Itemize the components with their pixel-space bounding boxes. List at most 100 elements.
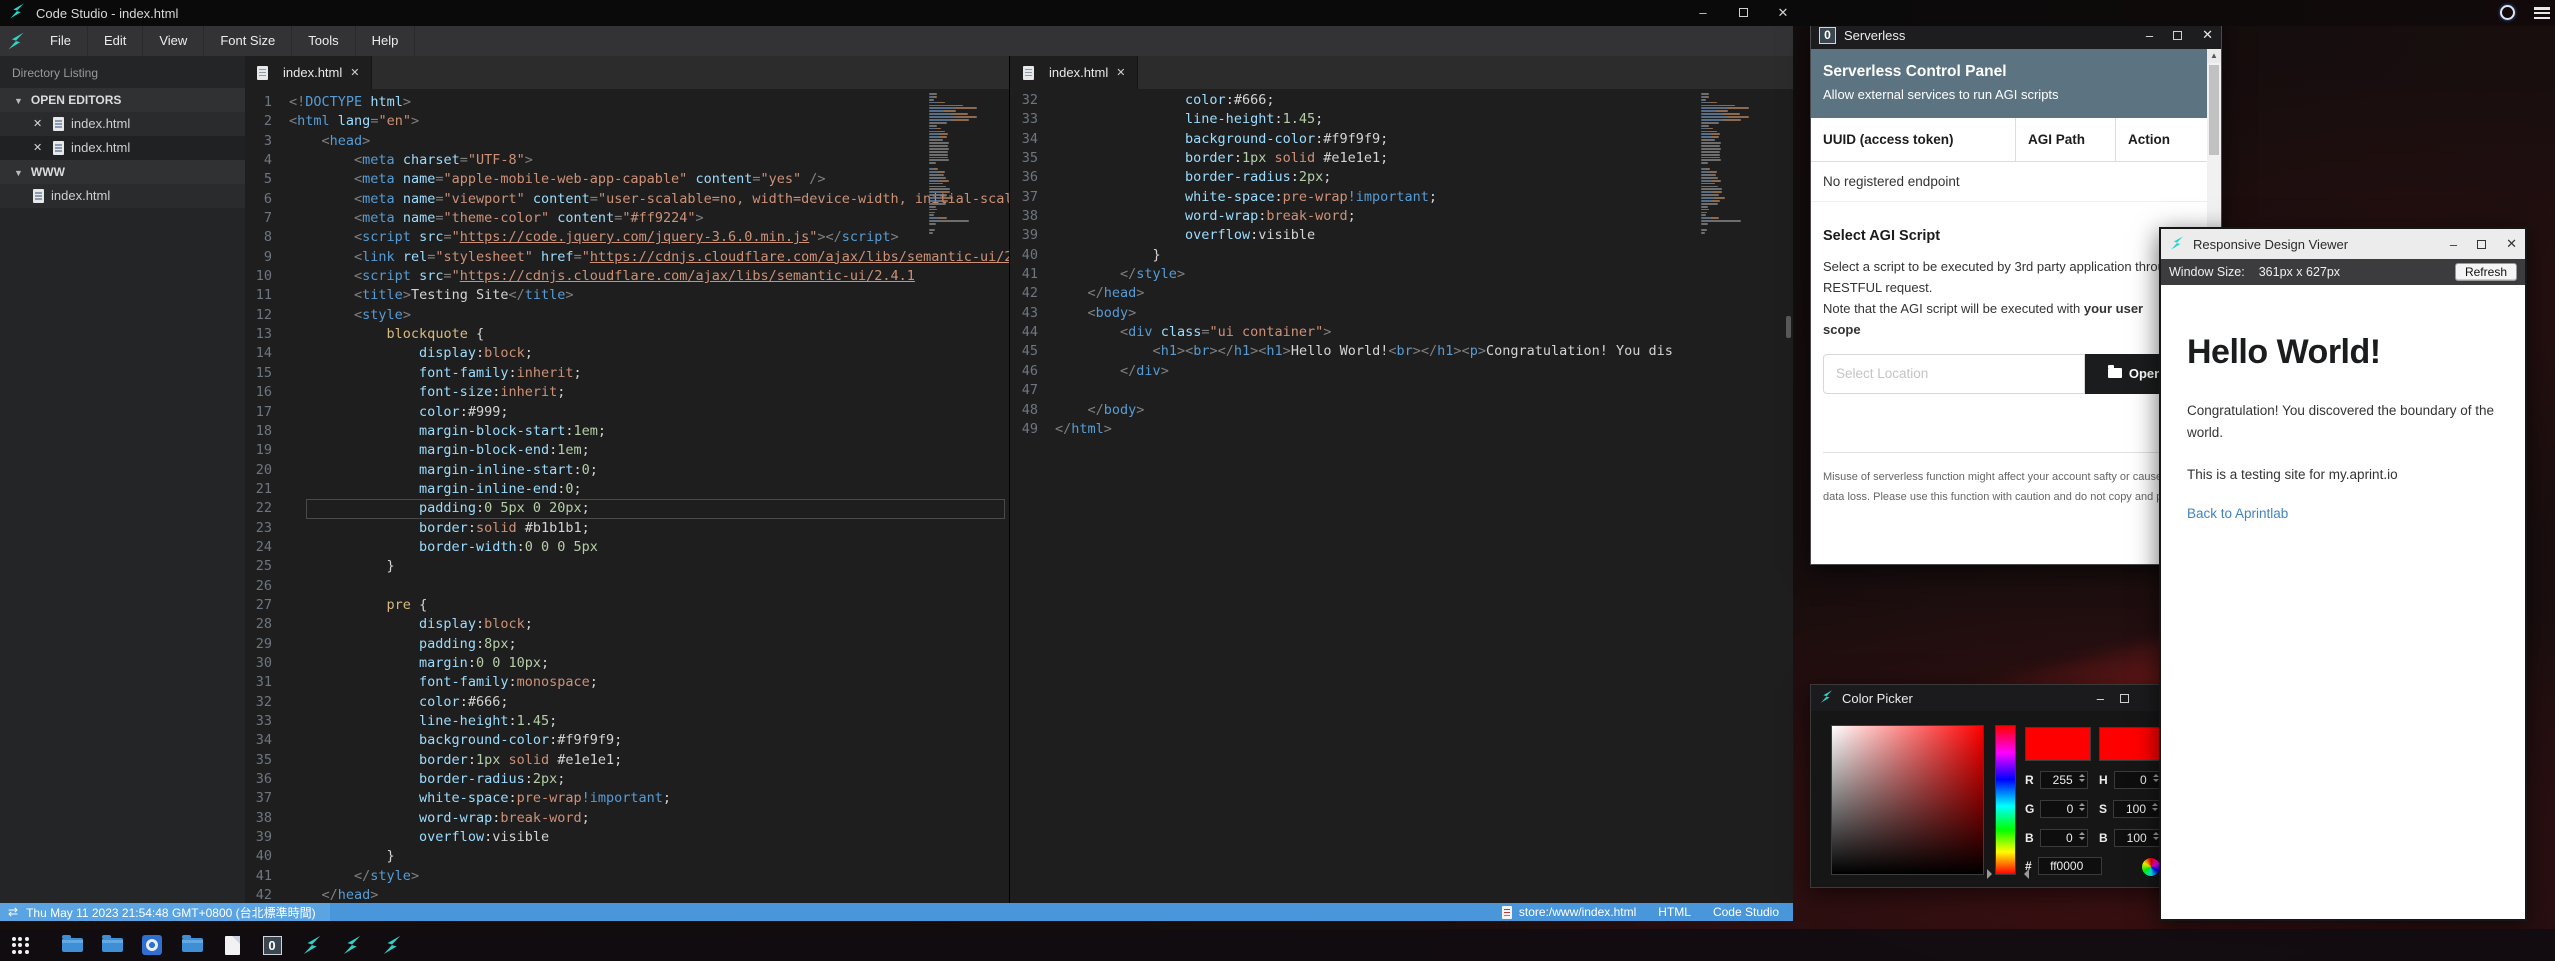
code-line-26[interactable]: 26 — [245, 577, 1009, 596]
code-line-32[interactable]: 32 color:#666; — [245, 693, 1009, 712]
menu-file[interactable]: File — [34, 26, 88, 56]
refresh-button[interactable]: Refresh — [2455, 263, 2517, 281]
sidebar-item-index.html[interactable]: index.html — [0, 184, 245, 208]
code-line-49[interactable]: 49</html> — [1011, 420, 1793, 439]
tab-index-html-2[interactable]: index.html ✕ — [1011, 56, 1138, 89]
code-line-38[interactable]: 38 word-wrap:break-word; — [1011, 207, 1793, 226]
taskbar-code-studio-icon[interactable] — [332, 929, 372, 961]
code-line-39[interactable]: 39 overflow:visible — [1011, 226, 1793, 245]
code-line-34[interactable]: 34 background-color:#f9f9f9; — [245, 731, 1009, 750]
color-picker-title-bar[interactable]: Color Picker – — [1811, 685, 2195, 711]
system-loading-icon[interactable] — [2500, 5, 2515, 20]
code-editor-2[interactable]: 32 color:#666;33 line-height:1.45;34 bac… — [1011, 89, 1793, 903]
hue-slider-handle-left[interactable] — [1987, 869, 1997, 879]
taskbar-code-studio-icon[interactable] — [292, 929, 332, 961]
close-button[interactable]: ✕ — [1766, 0, 1800, 26]
code-line-44[interactable]: 44 <div class="ui container"> — [1011, 323, 1793, 342]
code-line-10[interactable]: 10 <script src="https://cdnjs.cloudflare… — [245, 267, 1009, 286]
code-line-33[interactable]: 33 line-height:1.45; — [245, 712, 1009, 731]
code-line-15[interactable]: 15 font-family:inherit; — [245, 364, 1009, 383]
sidebar-item-index.html[interactable]: ✕index.html — [0, 112, 245, 136]
close-button[interactable]: ✕ — [2506, 236, 2517, 252]
code-line-35[interactable]: 35 border:1px solid #e1e1e1; — [245, 751, 1009, 770]
code-line-43[interactable]: 43 <body> — [1011, 304, 1793, 323]
minimap-2[interactable] — [1701, 93, 1777, 235]
code-line-13[interactable]: 13 blockquote { — [245, 325, 1009, 344]
hex-input[interactable]: ff0000 — [2038, 857, 2102, 875]
menu-font-size[interactable]: Font Size — [204, 26, 292, 56]
code-line-40[interactable]: 40 } — [1011, 246, 1793, 265]
close-icon[interactable]: ✕ — [33, 136, 47, 160]
code-editor-1[interactable]: 1<!DOCTYPE html>2<html lang="en">3 <head… — [245, 89, 1009, 903]
code-line-40[interactable]: 40 } — [245, 847, 1009, 866]
code-line-35[interactable]: 35 border:1px solid #e1e1e1; — [1011, 149, 1793, 168]
code-line-29[interactable]: 29 padding:8px; — [245, 635, 1009, 654]
stepper-icon[interactable] — [2079, 803, 2085, 811]
code-line-2[interactable]: 2<html lang="en"> — [245, 112, 1009, 131]
menu-view[interactable]: View — [143, 26, 204, 56]
code-line-8[interactable]: 8 <script src="https://code.jquery.com/j… — [245, 228, 1009, 247]
b-value-input[interactable]: 100 — [2114, 829, 2162, 847]
code-line-6[interactable]: 6 <meta name="viewport" content="user-sc… — [245, 190, 1009, 209]
taskbar-code-studio-icon[interactable] — [372, 929, 412, 961]
code-line-45[interactable]: 45 <h1><br></h1><h1>Hello World!<br></h1… — [1011, 342, 1793, 361]
code-line-41[interactable]: 41 </style> — [245, 867, 1009, 886]
code-line-3[interactable]: 3 <head> — [245, 132, 1009, 151]
code-line-5[interactable]: 5 <meta name="apple-mobile-web-app-capab… — [245, 170, 1009, 189]
menu-tools[interactable]: Tools — [292, 26, 355, 56]
code-line-21[interactable]: 21 margin-inline-end:0; — [245, 480, 1009, 499]
code-line-18[interactable]: 18 margin-block-start:1em; — [245, 422, 1009, 441]
minimize-button[interactable]: – — [2146, 28, 2153, 43]
taskbar-serverless-null-icon[interactable]: 0 — [252, 929, 292, 961]
code-line-48[interactable]: 48 </body> — [1011, 401, 1793, 420]
code-line-11[interactable]: 11 <title>Testing Site</title> — [245, 286, 1009, 305]
close-icon[interactable]: ✕ — [33, 112, 47, 136]
stepper-icon[interactable] — [2153, 774, 2159, 782]
code-line-9[interactable]: 9 <link rel="stylesheet" href="https://c… — [245, 248, 1009, 267]
code-line-23[interactable]: 23 border:solid #b1b1b1; — [245, 519, 1009, 538]
hue-slider[interactable] — [1995, 725, 2016, 875]
code-line-1[interactable]: 1<!DOCTYPE html> — [245, 93, 1009, 112]
tab-index-html-1[interactable]: index.html ✕ — [245, 56, 372, 89]
code-line-47[interactable]: 47 — [1011, 381, 1793, 400]
back-to-aprintlab-link[interactable]: Back to Aprintlab — [2187, 506, 2499, 521]
status-file[interactable]: store:/www/index.html — [1502, 905, 1636, 919]
code-line-25[interactable]: 25 } — [245, 557, 1009, 576]
close-button[interactable]: ✕ — [2202, 27, 2213, 43]
code-line-42[interactable]: 42 </head> — [245, 886, 1009, 903]
code-line-42[interactable]: 42 </head> — [1011, 284, 1793, 303]
code-line-33[interactable]: 33 line-height:1.45; — [1011, 110, 1793, 129]
menu-edit[interactable]: Edit — [88, 26, 143, 56]
stepper-icon[interactable] — [2152, 803, 2158, 811]
code-line-32[interactable]: 32 color:#666; — [1011, 91, 1793, 110]
minimap-1[interactable] — [929, 93, 1005, 235]
code-line-36[interactable]: 36 border-radius:2px; — [1011, 168, 1793, 187]
taskbar-folder-icon[interactable] — [52, 929, 92, 961]
minimize-button[interactable]: – — [1686, 0, 1720, 26]
sidebar-section-www[interactable]: ▼WWW — [0, 160, 245, 184]
taskbar-folder-icon[interactable] — [92, 929, 132, 961]
tab-close-icon[interactable]: ✕ — [350, 66, 359, 79]
maximize-button[interactable] — [2120, 694, 2129, 703]
minimize-button[interactable]: – — [2450, 237, 2457, 252]
code-line-28[interactable]: 28 display:block; — [245, 615, 1009, 634]
scrollbar-up-icon[interactable]: ▲ — [2207, 49, 2221, 63]
code-line-14[interactable]: 14 display:block; — [245, 344, 1009, 363]
code-line-12[interactable]: 12 <style> — [245, 306, 1009, 325]
b-value-input[interactable]: 0 — [2040, 829, 2088, 847]
maximize-button[interactable] — [2173, 31, 2182, 40]
code-line-36[interactable]: 36 border-radius:2px; — [245, 770, 1009, 789]
scrollbar-thumb[interactable] — [2209, 65, 2219, 155]
status-datetime-segment[interactable]: ⇄ Thu May 11 2023 21:54:48 GMT+0800 (台北標… — [0, 903, 330, 921]
stepper-icon[interactable] — [2079, 832, 2085, 840]
g-value-input[interactable]: 0 — [2040, 800, 2088, 818]
code-line-39[interactable]: 39 overflow:visible — [245, 828, 1009, 847]
code-line-38[interactable]: 38 word-wrap:break-word; — [245, 809, 1009, 828]
code-line-30[interactable]: 30 margin:0 0 10px; — [245, 654, 1009, 673]
taskbar-apps-grid-icon[interactable] — [0, 929, 40, 961]
code-line-37[interactable]: 37 white-space:pre-wrap!important; — [245, 789, 1009, 808]
code-line-24[interactable]: 24 border-width:0 0 0 5px — [245, 538, 1009, 557]
saturation-value-picker[interactable] — [1831, 725, 1984, 875]
h-value-input[interactable]: 0 — [2114, 771, 2162, 789]
taskbar-document-icon[interactable] — [212, 929, 252, 961]
